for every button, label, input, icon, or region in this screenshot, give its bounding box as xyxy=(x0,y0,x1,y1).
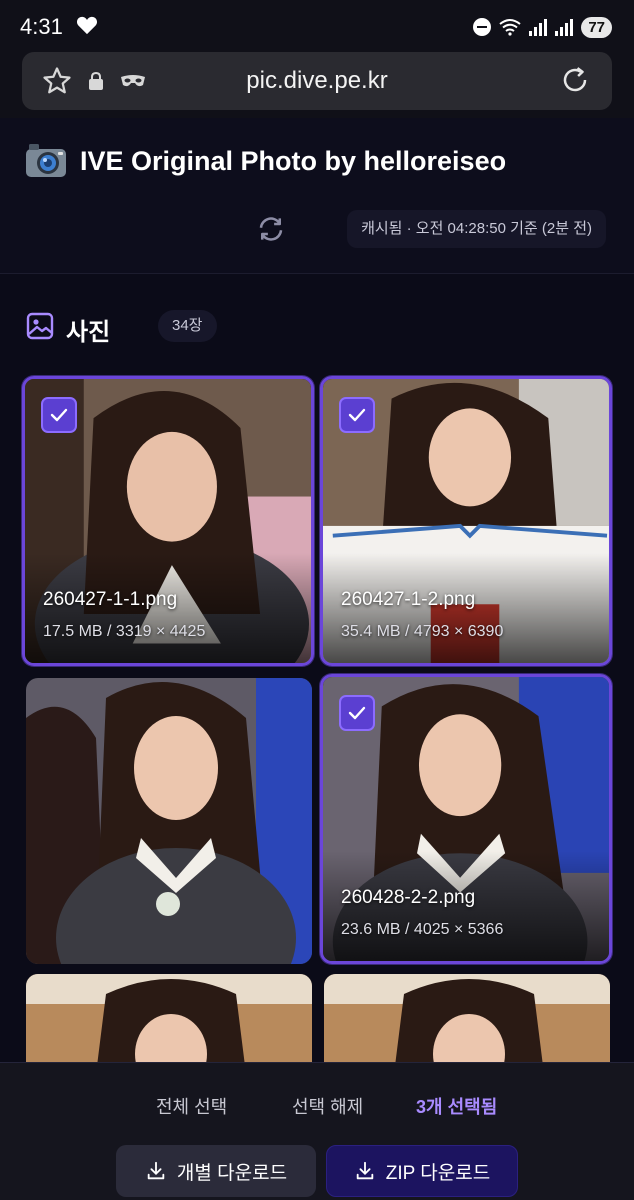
photo-card[interactable] xyxy=(26,678,312,964)
zip-download-button[interactable]: ZIP 다운로드 xyxy=(326,1145,518,1197)
url-text[interactable]: pic.dive.pe.kr xyxy=(22,67,612,95)
select-all-button[interactable]: 전체 선택 xyxy=(156,1093,227,1119)
status-time: 4:31 xyxy=(20,14,63,39)
photo-thumbnail[interactable] xyxy=(26,974,312,1074)
selected-count: 3개 선택됨 xyxy=(416,1097,498,1117)
heart-icon xyxy=(76,16,98,35)
checkbox-checked-icon[interactable] xyxy=(339,397,375,433)
address-bar[interactable]: pic.dive.pe.kr xyxy=(22,52,612,110)
wifi-icon xyxy=(499,19,521,36)
bottom-action-bar: 전체 선택 선택 해제 3개 선택됨 개별 다운로드 ZIP 다운로드 xyxy=(0,1062,634,1200)
photo-filename: 260427-1-2.png xyxy=(341,589,476,610)
camera-icon xyxy=(26,144,66,177)
photo-meta: 23.6 MB / 4025 × 5366 xyxy=(341,921,504,938)
page-header: IVE Original Photo by helloreiseo 캐시됨 · … xyxy=(0,118,634,274)
reload-icon[interactable] xyxy=(560,65,590,95)
browser-toolbar: pic.dive.pe.kr xyxy=(0,52,634,118)
download-icon xyxy=(147,1161,165,1180)
individual-download-button[interactable]: 개별 다운로드 xyxy=(116,1145,316,1197)
photo-card[interactable] xyxy=(324,974,610,1074)
cache-status-badge: 캐시됨 · 오전 04:28:50 기준 (2분 전) xyxy=(347,210,606,248)
checkbox-checked-icon[interactable] xyxy=(339,695,375,731)
signal-icon-2 xyxy=(555,18,574,36)
do-not-disturb-icon xyxy=(473,18,492,36)
photo-count-badge: 34장 xyxy=(158,310,217,342)
selection-actions: 전체 선택 선택 해제 3개 선택됨 xyxy=(0,1093,634,1123)
deselect-button[interactable]: 선택 해제 xyxy=(292,1093,363,1119)
zip-download-label: ZIP 다운로드 xyxy=(385,1162,491,1184)
status-icons: 77 xyxy=(473,14,612,40)
photo-meta: 17.5 MB / 3319 × 4425 xyxy=(43,623,206,640)
battery-level: 77 xyxy=(581,16,612,38)
photo-thumbnail[interactable] xyxy=(324,974,610,1074)
photo-card[interactable]: 260427-1-2.png 35.4 MB / 4793 × 6390 xyxy=(320,376,612,666)
photo-thumbnail[interactable] xyxy=(26,678,312,964)
refresh-icon[interactable] xyxy=(256,214,286,244)
signal-icon xyxy=(529,18,548,36)
status-bar: 4:31 77 xyxy=(0,0,634,52)
section-title: 사진 xyxy=(66,319,111,346)
photo-card[interactable] xyxy=(26,974,312,1074)
photo-card[interactable]: 260427-1-1.png 17.5 MB / 3319 × 4425 xyxy=(22,376,314,666)
photo-meta: 35.4 MB / 4793 × 6390 xyxy=(341,623,504,640)
individual-download-label: 개별 다운로드 xyxy=(176,1162,288,1184)
checkbox-checked-icon[interactable] xyxy=(41,397,77,433)
photo-filename: 260428-2-2.png xyxy=(341,887,476,908)
photo-card[interactable]: 260428-2-2.png 23.6 MB / 4025 × 5366 xyxy=(320,674,612,964)
image-icon xyxy=(26,312,54,340)
download-icon xyxy=(356,1161,374,1180)
page-title: IVE Original Photo by helloreiseo xyxy=(80,146,507,176)
photo-filename: 260427-1-1.png xyxy=(43,589,178,610)
photos-section-header: 사진 34장 xyxy=(24,306,624,346)
